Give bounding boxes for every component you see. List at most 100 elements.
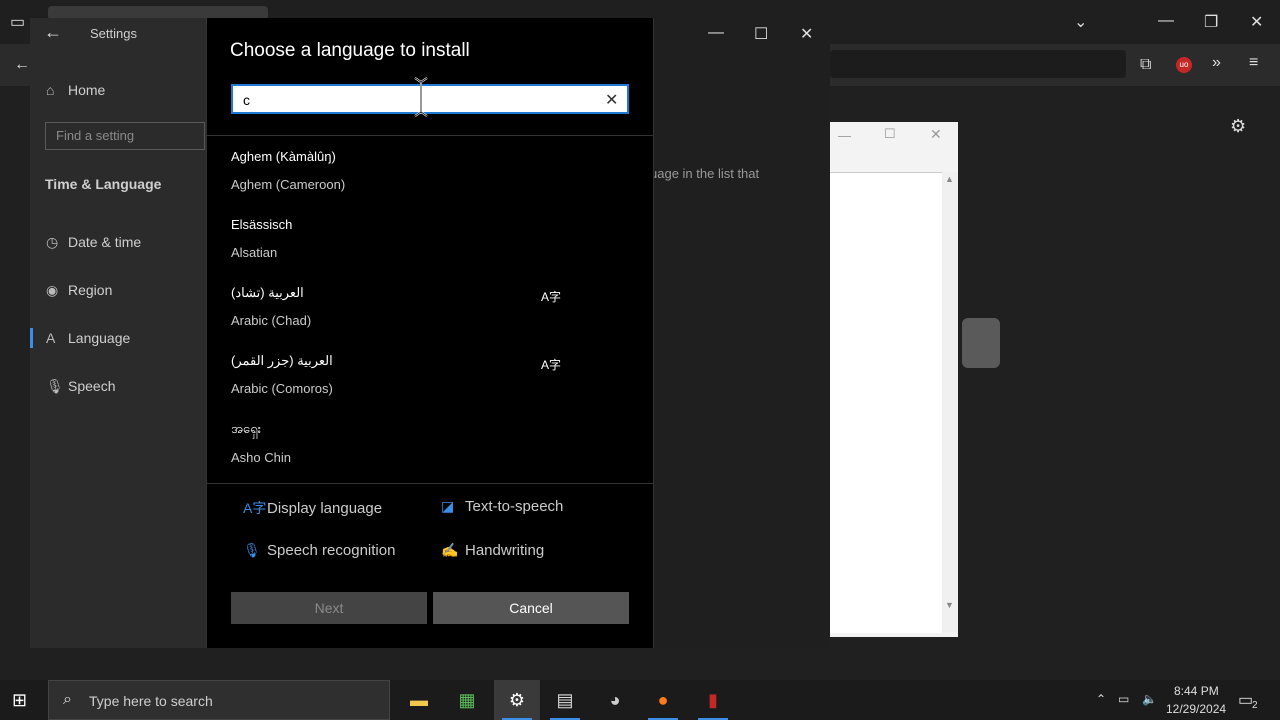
minimize-icon[interactable]: — bbox=[708, 24, 724, 42]
list-item[interactable]: العربية (جزر القمر) A字 Arabic (Comoros) bbox=[207, 346, 653, 410]
language-english-name: Arabic (Comoros) bbox=[231, 381, 333, 396]
globe-icon: ◉ bbox=[46, 282, 59, 298]
divider bbox=[207, 483, 653, 484]
settings-app-icon[interactable]: ⚙ bbox=[494, 680, 540, 720]
find-setting-input[interactable]: Find a setting bbox=[45, 122, 205, 150]
minimize-icon[interactable]: — bbox=[838, 128, 851, 143]
language-icon: A bbox=[46, 330, 56, 346]
sidebar-item-label: Region bbox=[68, 282, 113, 298]
sidebar-item-label: Speech bbox=[68, 378, 116, 394]
gear-icon[interactable]: ⚙ bbox=[1230, 116, 1246, 137]
background-button bbox=[962, 318, 1000, 368]
legend-speech-recognition: 🎙 Speech recognition bbox=[243, 542, 396, 559]
sidebar-item-region[interactable]: ◉ Region bbox=[46, 282, 112, 299]
close-icon[interactable]: ✕ bbox=[800, 24, 813, 44]
sidebar-item-home[interactable]: ⌂ Home bbox=[46, 82, 105, 98]
sidebar-item-speech[interactable]: 🎙 Speech bbox=[46, 378, 115, 395]
taskbar-search[interactable]: ⌕ Type here to search bbox=[48, 680, 390, 720]
back-icon[interactable]: ← bbox=[14, 56, 30, 74]
text-cursor-icon bbox=[414, 77, 428, 117]
taskbar: ⊞ ⌕ Type here to search ▬ ▦ ⚙ ▤ ◕ ● ▮ ⌃ … bbox=[0, 680, 1280, 720]
notepad-app-icon[interactable]: ▤ bbox=[542, 680, 588, 720]
microphone-icon: 🎙 bbox=[46, 378, 64, 394]
close-icon[interactable]: ✕ bbox=[1250, 12, 1263, 32]
clock-time[interactable]: 8:44 PM bbox=[1174, 684, 1219, 698]
network-icon[interactable]: ▭ bbox=[1118, 692, 1129, 706]
dialog-title: Choose a language to install bbox=[230, 40, 470, 61]
language-native-name: Elsässisch bbox=[231, 217, 293, 232]
display-language-icon: A字 bbox=[541, 358, 562, 372]
red-app-icon[interactable]: ▮ bbox=[690, 680, 736, 720]
show-hidden-icons-icon[interactable]: ⌃ bbox=[1096, 692, 1106, 706]
sidebar-item-label: Home bbox=[68, 82, 106, 98]
legend-handwriting: ✍ Handwriting bbox=[441, 542, 545, 559]
notification-count: 2 bbox=[1252, 700, 1258, 711]
restore-icon[interactable]: ❐ bbox=[1204, 12, 1218, 32]
volume-muted-icon[interactable]: 🔈 bbox=[1142, 692, 1157, 706]
divider bbox=[207, 135, 653, 136]
back-arrow-icon[interactable]: ← bbox=[44, 22, 62, 43]
scroll-down-icon[interactable]: ▼ bbox=[945, 600, 954, 610]
language-native-name: العربية (جزر القمر) bbox=[231, 353, 333, 368]
language-native-name: Aghem (Kàmàlûŋ) bbox=[231, 149, 336, 164]
scrollbar[interactable]: ▲ ▼ bbox=[942, 172, 958, 632]
spreadsheet-app-icon[interactable]: ▦ bbox=[444, 680, 490, 720]
minimize-icon[interactable]: — bbox=[1158, 12, 1174, 30]
clear-search-icon[interactable]: ✕ bbox=[605, 90, 618, 110]
display-language-icon: A字 bbox=[243, 500, 267, 516]
url-bar[interactable] bbox=[830, 50, 1126, 78]
language-english-name: Arabic (Chad) bbox=[231, 313, 312, 328]
clock-date[interactable]: 12/29/2024 bbox=[1166, 702, 1226, 716]
handwriting-icon: ✍ bbox=[441, 542, 459, 558]
notification-icon[interactable]: ▭ bbox=[1238, 690, 1253, 710]
notepad-window: — ☐ ✕ ▲ ▼ bbox=[830, 122, 958, 637]
sidebar-item-date-time[interactable]: ◷ Date & time bbox=[46, 234, 141, 251]
list-item[interactable]: အရှေး Asho Chin bbox=[207, 414, 653, 478]
settings-sidebar: ← Settings ⌂ Home Find a setting Time & L… bbox=[30, 18, 206, 648]
selected-indicator bbox=[30, 328, 33, 348]
search-icon: ⌕ bbox=[63, 691, 72, 708]
extensions-icon[interactable]: ⧉ bbox=[1140, 56, 1151, 74]
text-to-speech-icon: ◪ bbox=[441, 498, 455, 514]
language-english-name: Alsatian bbox=[231, 245, 278, 260]
home-icon: ⌂ bbox=[46, 82, 55, 98]
list-item[interactable]: Aghem (Kàmàlûŋ) Aghem (Cameroon) bbox=[207, 142, 653, 206]
find-setting-placeholder: Find a setting bbox=[56, 128, 135, 143]
maximize-icon[interactable]: ☐ bbox=[754, 24, 768, 44]
sidebar-item-label: Language bbox=[68, 330, 131, 346]
sidebar-item-label: Date & time bbox=[68, 234, 142, 250]
maximize-icon[interactable]: ☐ bbox=[884, 126, 896, 142]
language-english-name: Asho Chin bbox=[231, 450, 291, 465]
chevron-down-icon[interactable]: ⌄ bbox=[1074, 12, 1087, 32]
cancel-button[interactable]: Cancel bbox=[433, 592, 629, 624]
language-native-name: အရှေး bbox=[231, 421, 262, 436]
choose-language-dialog: Choose a language to install c ✕ Aghem (… bbox=[206, 18, 654, 648]
overflow-icon[interactable]: » bbox=[1212, 54, 1221, 72]
microphone-icon: 🎙 bbox=[243, 542, 261, 558]
settings-title: Settings bbox=[90, 26, 137, 41]
section-heading: Time & Language bbox=[45, 176, 162, 192]
list-item[interactable]: العربية (تشاد) A字 Arabic (Chad) bbox=[207, 278, 653, 342]
menu-icon[interactable]: ≡ bbox=[1249, 54, 1258, 72]
sidebar-item-language[interactable]: A Language bbox=[46, 330, 130, 346]
chat-app-icon[interactable]: ◕ bbox=[592, 680, 638, 720]
file-explorer-icon[interactable]: ▬ bbox=[396, 680, 442, 720]
close-icon[interactable]: ✕ bbox=[930, 126, 942, 143]
list-item[interactable]: Elsässisch Alsatian bbox=[207, 210, 653, 274]
tab-list-icon[interactable]: ▭ bbox=[10, 12, 25, 32]
language-native-name: العربية (تشاد) bbox=[231, 285, 304, 300]
display-language-icon: A字 bbox=[541, 290, 562, 304]
scroll-up-icon[interactable]: ▲ bbox=[945, 174, 954, 184]
notepad-text-area[interactable] bbox=[830, 172, 942, 633]
next-button[interactable]: Next bbox=[231, 592, 427, 624]
windows-start-icon[interactable]: ⊞ bbox=[12, 690, 27, 711]
search-value: c bbox=[243, 92, 250, 108]
language-list: Aghem (Kàmàlûŋ) Aghem (Cameroon) Elsässi… bbox=[207, 142, 653, 482]
firefox-icon[interactable]: ● bbox=[640, 680, 686, 720]
taskbar-search-placeholder: Type here to search bbox=[89, 693, 213, 709]
background-text: uage in the list that bbox=[650, 166, 760, 181]
legend-display-language: A字Display language bbox=[243, 500, 383, 517]
legend-text-to-speech: ◪ Text-to-speech bbox=[441, 498, 564, 515]
language-english-name: Aghem (Cameroon) bbox=[231, 177, 346, 192]
ublock-icon[interactable]: uo bbox=[1176, 57, 1192, 73]
